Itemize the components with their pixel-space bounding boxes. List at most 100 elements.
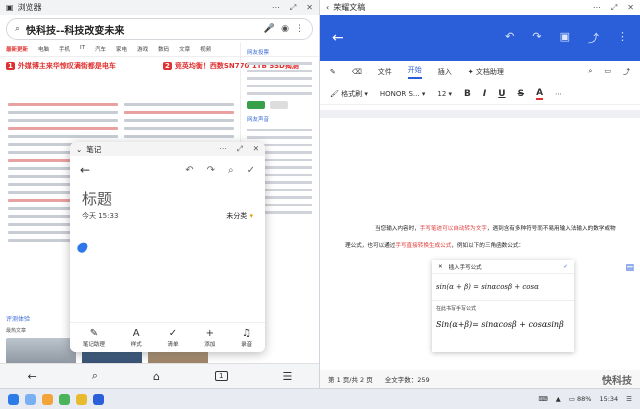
window-close-icon[interactable]: ✕ (627, 3, 634, 13)
search-icon[interactable]: ⌕ (228, 165, 234, 176)
handwriting-area[interactable]: Sin(α+β)= sinαcosβ + cosαsinβ (432, 316, 574, 333)
more-icon[interactable]: ⋮ (617, 30, 628, 46)
cursor-handle-icon[interactable] (75, 240, 90, 255)
back-icon[interactable]: ← (28, 370, 37, 383)
note-title[interactable]: 标题 (70, 184, 265, 211)
app-icon-files[interactable] (42, 393, 53, 405)
wifi-icon[interactable]: ▲ (556, 395, 561, 403)
format-brush-button[interactable]: 🖌 格式刷 ▾ (330, 89, 368, 99)
window-more-icon[interactable]: ⋯ (593, 3, 601, 13)
formula-panel[interactable]: ✕ 插入手写公式 ✓ sin(α + β) = sinαcosβ + cosα … (432, 260, 574, 352)
doc-header: ← ↶ ↷ ▣ ⤴ ⋮ (320, 15, 640, 61)
site-nav-item[interactable]: IT (80, 45, 85, 53)
vote-button[interactable] (247, 100, 265, 109)
site-nav-item[interactable]: 电脑 (38, 45, 49, 53)
home-icon[interactable]: ⌂ (153, 370, 160, 383)
tab-home[interactable]: 开始 (407, 65, 422, 79)
save-icon[interactable]: ▣ (560, 30, 570, 46)
camera-icon[interactable]: ◉ (281, 24, 289, 34)
window-more-icon[interactable]: ⋯ (219, 144, 227, 154)
window-maximize-icon[interactable]: ⤢ (290, 3, 296, 13)
undo-icon[interactable]: ↶ (185, 165, 193, 176)
address-text[interactable]: 快科技--科技改变未来 (26, 22, 258, 37)
tabs-icon[interactable]: 1 (215, 371, 228, 381)
bold-icon[interactable]: B (464, 89, 471, 99)
assistant-button[interactable]: ✎ 笔记助理 (83, 328, 105, 348)
assistant-icon: ✦ (467, 68, 474, 76)
clock[interactable]: 15:34 (599, 395, 618, 403)
site-nav-item[interactable]: 最新更新 (6, 45, 28, 53)
confirm-icon[interactable]: ✓ (563, 264, 568, 270)
site-nav-item[interactable]: 游戏 (137, 45, 148, 53)
app-icon-browser[interactable] (25, 393, 36, 405)
formula-panel-title: 插入手写公式 (448, 264, 482, 271)
eraser-icon[interactable]: ⌫ (352, 68, 362, 76)
italic-icon[interactable]: I (483, 89, 486, 99)
window-more-icon[interactable]: ⋯ (272, 3, 280, 13)
done-icon[interactable]: ✓ (247, 165, 255, 176)
site-nav-item[interactable]: 数码 (158, 45, 169, 53)
record-button[interactable]: ♫ 录音 (241, 328, 252, 348)
underline-icon[interactable]: U (498, 89, 505, 99)
add-button[interactable]: + 添加 (204, 328, 215, 348)
app-icon-store[interactable] (59, 393, 70, 405)
app-launcher-icon[interactable] (8, 393, 19, 405)
more-icon[interactable]: ⋮ (295, 24, 304, 34)
notes-bottom-toolbar: ✎ 笔记助理 A 样式 ✓ 清单 + 添加 ♫ 录音 (70, 322, 265, 352)
tab-file[interactable]: 文件 (378, 67, 392, 77)
back-icon[interactable]: ← (332, 30, 344, 46)
redo-icon[interactable]: ↷ (207, 165, 215, 176)
site-nav-item[interactable]: 视频 (200, 45, 211, 53)
tab-insert[interactable]: 插入 (438, 67, 452, 77)
more-icon[interactable]: ⋯ (555, 90, 562, 98)
menu-icon[interactable]: ☰ (283, 370, 293, 383)
search-icon[interactable]: ⌕ (588, 67, 592, 77)
site-nav-item[interactable]: 手机 (59, 45, 70, 53)
category-dropdown[interactable]: 未分类 ▾ (226, 211, 253, 221)
window-close-icon[interactable]: ✕ (306, 3, 313, 13)
collapse-icon[interactable]: ‹ (326, 3, 329, 12)
comment-icon[interactable]: ▤ (625, 263, 634, 273)
browser-app-icon: ▣ (6, 3, 14, 12)
strikethrough-icon[interactable]: S (518, 89, 524, 99)
share-icon[interactable]: ⤴ (588, 30, 599, 46)
document-paragraph[interactable]: 当您输入内容时，手写笔迹可以自动转为文字，遇到含有多种符号而不易用输入法输入的数… (345, 221, 620, 255)
app-icon-docs[interactable] (93, 393, 104, 405)
tab-doc-assistant[interactable]: ✦ 文档助理 (468, 67, 504, 77)
keyboard-icon[interactable]: ⌨ (538, 395, 547, 403)
collapse-icon[interactable]: ⌄ (76, 145, 82, 154)
close-icon[interactable]: ✕ (438, 264, 443, 270)
window-maximize-icon[interactable]: ⤢ (237, 144, 243, 154)
reading-mode-icon[interactable]: ▭ (604, 67, 611, 77)
headline-left[interactable]: 1 外媒博主来华惊叹满街都是电车 (6, 61, 157, 71)
back-icon[interactable]: ← (80, 163, 90, 177)
result-button[interactable] (270, 100, 288, 109)
app-icon-notes[interactable] (76, 393, 87, 405)
window-maximize-icon[interactable]: ⤢ (611, 3, 617, 13)
mic-icon[interactable]: 🎤 (264, 24, 275, 34)
site-nav-item[interactable]: 文章 (179, 45, 190, 53)
notification-icon[interactable]: ☰ (626, 395, 632, 403)
search-icon[interactable]: ⌕ (92, 369, 98, 383)
undo-icon[interactable]: ↶ (505, 30, 514, 46)
share-icon[interactable]: ⤴ (623, 67, 630, 77)
window-close-icon[interactable]: ✕ (253, 144, 259, 154)
word-count: 全文字数：259 (384, 376, 430, 384)
battery-status[interactable]: ▭ 88% (569, 395, 592, 403)
notes-titlebar: ⌄ 笔记 ⋯ ⤢ ✕ (70, 142, 265, 156)
checklist-button[interactable]: ✓ 清单 (167, 328, 178, 348)
note-time: 今天 15:33 (82, 212, 119, 220)
pen-mode-icon[interactable]: ✎ (330, 68, 336, 76)
font-size-select[interactable]: 12 ▾ (437, 90, 452, 98)
dropdown-arrow-icon: ▾ (249, 212, 253, 220)
style-button[interactable]: A 样式 (131, 328, 142, 348)
site-nav-item[interactable]: 汽车 (95, 45, 106, 53)
font-name-select[interactable]: HONOR S... ▾ (380, 90, 425, 98)
font-color-icon[interactable]: A (536, 88, 544, 100)
address-bar[interactable]: ⌕ 快科技--科技改变未来 🎤 ◉ ⋮ (6, 18, 313, 40)
site-nav-item[interactable]: 家电 (116, 45, 127, 53)
sidebar-title: 网友投票 (247, 50, 270, 56)
formula-preview: sin(α + β) = sinαcosβ + cosα (432, 274, 574, 301)
doc-status-bar: 第 1 页/共 2 页 全文字数：259 快科技 (320, 370, 640, 388)
redo-icon[interactable]: ↷ (532, 30, 541, 46)
